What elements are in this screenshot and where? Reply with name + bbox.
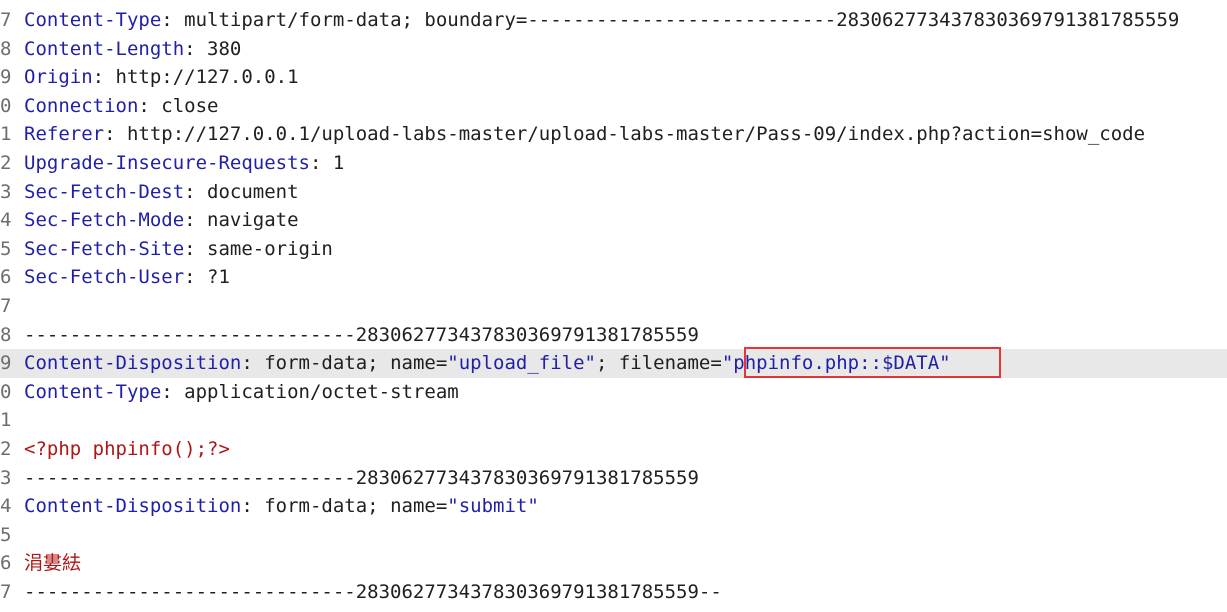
header-value: multipart/form-data; boundary=----------…: [184, 9, 1180, 31]
separator: :: [241, 352, 265, 375]
code-line-submit-value[interactable]: 6 涓婁紶: [0, 549, 1227, 578]
line-number: 7: [0, 581, 12, 603]
boundary-text: -----------------------------28306277343…: [24, 466, 699, 489]
line-number: 5: [0, 237, 12, 260]
code-line-referer[interactable]: 1 Referer: http://127.0.0.1/upload-labs-…: [0, 120, 1227, 149]
header-value: document: [207, 180, 299, 203]
separator: :: [184, 209, 208, 232]
code-line-content-type[interactable]: 7 Content-Type: multipart/form-data; bou…: [0, 6, 1227, 35]
header-value: navigate: [207, 209, 299, 232]
header-value: 1: [332, 152, 345, 174]
separator: :: [241, 495, 265, 518]
header-name: Sec-Fetch-Dest: [24, 180, 185, 203]
string-submit: "submit": [447, 495, 539, 518]
separator: :: [161, 9, 185, 31]
header-value: ?1: [207, 266, 230, 289]
separator: :: [92, 66, 116, 89]
header-value: http://127.0.0.1/upload-labs-master/uplo…: [126, 123, 1146, 146]
code-line-content-disposition-submit[interactable]: 4 Content-Disposition: form-data; name="…: [0, 492, 1227, 521]
code-line-upgrade-insecure-requests[interactable]: 2 Upgrade-Insecure-Requests: 1: [0, 149, 1227, 178]
string-filename: "phpinfo.php::$DATA": [721, 352, 951, 375]
header-value: same-origin: [207, 237, 333, 260]
code-line-blank[interactable]: 5: [0, 521, 1227, 550]
separator: :: [184, 37, 208, 60]
header-name: Content-Type: [24, 9, 162, 31]
code-line-content-disposition-file[interactable]: 9 Content-Disposition: form-data; name="…: [0, 349, 1227, 378]
line-number: 5: [0, 523, 12, 546]
code-line-connection[interactable]: 0 Connection: close: [0, 92, 1227, 121]
code-line-sec-fetch-dest[interactable]: 3 Sec-Fetch-Dest: document: [0, 178, 1227, 207]
header-value-prefix: form-data; name=: [264, 495, 448, 518]
header-name: Content-Disposition: [24, 352, 242, 375]
code-line-sec-fetch-site[interactable]: 5 Sec-Fetch-Site: same-origin: [0, 235, 1227, 264]
header-value-mid: ; filename=: [595, 352, 722, 375]
code-line-php-payload[interactable]: 2 <?php phpinfo();?>: [0, 435, 1227, 464]
header-name: Content-Length: [24, 37, 185, 60]
header-name: Connection: [24, 94, 139, 117]
header-value-prefix: form-data; name=: [264, 352, 448, 375]
separator: :: [309, 152, 333, 174]
code-line-boundary[interactable]: 3 -----------------------------283062773…: [0, 464, 1227, 493]
header-name: Sec-Fetch-User: [24, 266, 185, 289]
code-line-blank[interactable]: 1: [0, 406, 1227, 435]
boundary-text: -----------------------------28306277343…: [24, 581, 722, 603]
separator: :: [138, 94, 162, 117]
line-number: 8: [0, 37, 12, 60]
string-upload-file: "upload_file": [447, 352, 596, 375]
line-number: 3: [0, 466, 12, 489]
line-number: 9: [0, 352, 12, 375]
header-name: Content-Type: [24, 380, 162, 403]
line-number: 6: [0, 266, 12, 289]
code-line-boundary-end[interactable]: 7 -----------------------------283062773…: [0, 578, 1227, 607]
code-line-origin[interactable]: 9 Origin: http://127.0.0.1: [0, 63, 1227, 92]
separator: :: [104, 123, 127, 146]
line-number: 7: [0, 9, 12, 31]
code-line-content-type-octet[interactable]: 0 Content-Type: application/octet-stream: [0, 378, 1227, 407]
code-line-sec-fetch-user[interactable]: 6 Sec-Fetch-User: ?1: [0, 263, 1227, 292]
line-number: 0: [0, 380, 12, 403]
submit-value: 涓婁紶: [24, 552, 82, 575]
line-number: 1: [0, 409, 12, 432]
separator: :: [184, 266, 208, 289]
cropped-previous-line: [0, 0, 1227, 3]
line-number: 2: [0, 152, 12, 174]
header-name: Referer: [24, 123, 105, 146]
line-number: 0: [0, 94, 12, 117]
line-number: 4: [0, 209, 12, 232]
line-number: 3: [0, 180, 12, 203]
code-line-blank[interactable]: 7: [0, 292, 1227, 321]
header-value: http://127.0.0.1: [115, 66, 299, 89]
separator: :: [184, 180, 208, 203]
line-number: 9: [0, 66, 12, 89]
header-name: Sec-Fetch-Mode: [24, 209, 185, 232]
header-value: 380: [207, 37, 242, 60]
http-request-editor[interactable]: 7 Content-Type: multipart/form-data; bou…: [0, 0, 1227, 612]
line-number: 4: [0, 495, 12, 518]
separator: :: [184, 237, 208, 260]
line-number: 2: [0, 438, 12, 460]
header-name: Upgrade-Insecure-Requests: [24, 152, 310, 174]
php-payload: <?php phpinfo();?>: [24, 438, 230, 460]
header-value: application/octet-stream: [184, 380, 459, 403]
code-line-content-length[interactable]: 8 Content-Length: 380: [0, 35, 1227, 64]
header-name: Sec-Fetch-Site: [24, 237, 185, 260]
code-line-boundary[interactable]: 8 -----------------------------283062773…: [0, 321, 1227, 350]
boundary-text: -----------------------------28306277343…: [24, 323, 699, 346]
code-line-sec-fetch-mode[interactable]: 4 Sec-Fetch-Mode: navigate: [0, 206, 1227, 235]
header-name: Content-Disposition: [24, 495, 242, 518]
line-number: 8: [0, 323, 12, 346]
header-name: Origin: [24, 66, 93, 89]
separator: :: [161, 380, 185, 403]
line-number: 7: [0, 295, 12, 317]
header-value: close: [161, 94, 219, 117]
line-number: 6: [0, 552, 12, 575]
line-number: 1: [0, 123, 12, 146]
